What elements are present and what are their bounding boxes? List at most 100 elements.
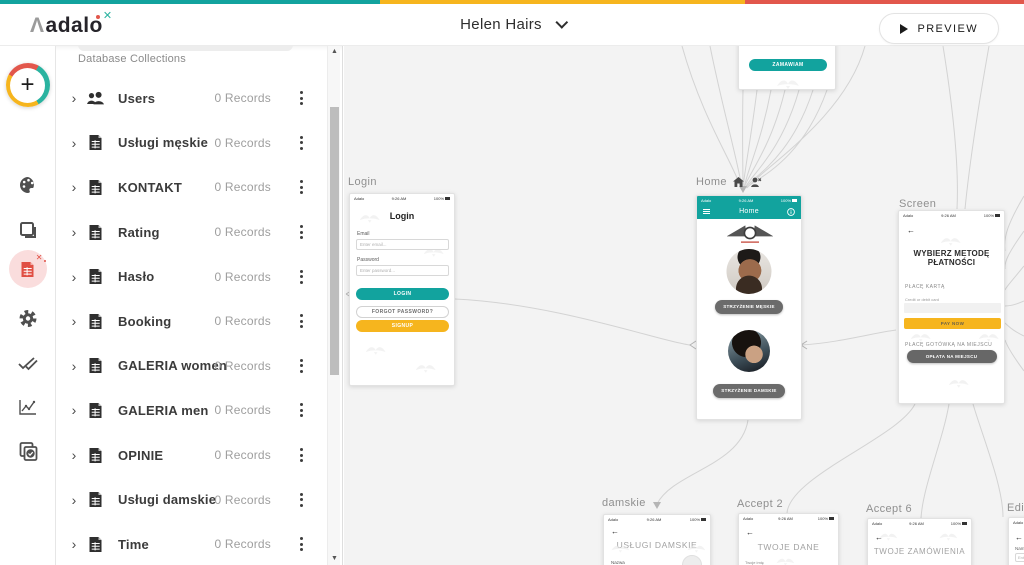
screen-label-home[interactable]: Home [696, 176, 762, 188]
publish-button[interactable] [17, 441, 38, 467]
collection-name: KONTAKT [118, 179, 182, 195]
checklist-button[interactable] [17, 354, 39, 376]
screen-zamawiam-card[interactable]: ZAMAWIAM [738, 46, 836, 90]
screen-damskie[interactable]: Adalo 9:26 AM 100% ← USŁUGI DAMSKIE Nazw… [603, 514, 711, 565]
screen-label-text: Home [696, 176, 727, 188]
back-arrow-icon[interactable]: ← [1015, 534, 1023, 542]
expand-chevron-icon[interactable]: › [67, 492, 81, 508]
kebab-menu-icon[interactable] [294, 313, 308, 329]
carrier-label: Adalo [608, 516, 619, 522]
kebab-menu-icon[interactable] [294, 135, 308, 151]
branding-palette-button[interactable] [18, 175, 38, 200]
collection-record-count: 0 Records [214, 537, 271, 552]
settings-button[interactable] [17, 308, 38, 334]
screen-accept2[interactable]: Adalo 9:26 AM 100% ← TWOJE DANE Twoje im… [738, 513, 839, 565]
barber-women-photo[interactable] [728, 330, 770, 372]
collection-row[interactable]: › OPINIE 0 Records [56, 433, 319, 478]
kebab-menu-icon[interactable] [294, 179, 308, 195]
kebab-menu-icon[interactable] [294, 536, 308, 552]
back-arrow-icon[interactable]: ← [746, 529, 754, 537]
screen-payment[interactable]: Adalo 9:26 AM 100% ← WYBIERZ METODĘ PŁAT… [898, 210, 1005, 404]
screen-label-damskie[interactable]: damskie [602, 497, 646, 509]
expand-chevron-icon[interactable]: › [67, 269, 81, 285]
kebab-menu-icon[interactable] [294, 269, 308, 285]
collection-row[interactable]: › KONTAKT 0 Records [56, 165, 319, 210]
collection-row[interactable]: › Hasło 0 Records [56, 254, 319, 299]
app-canvas[interactable]: ZAMAWIAM Login Adalo 9:26 AM 100% Login … [344, 46, 1024, 565]
screen-accept6[interactable]: Adalo 9:26 AM 100% ← TWOJE ZAMÓWIENIA [867, 518, 972, 565]
info-icon[interactable] [787, 207, 795, 216]
collection-row[interactable]: › Usługi damskie 0 Records [56, 477, 319, 522]
expand-chevron-icon[interactable]: › [67, 224, 81, 240]
table-icon [89, 313, 101, 329]
expand-chevron-icon[interactable]: › [67, 447, 81, 463]
add-component-button[interactable]: + [5, 63, 50, 107]
kebab-menu-icon[interactable] [294, 402, 308, 418]
login-button[interactable]: LOGIN [356, 288, 449, 300]
expand-chevron-icon[interactable]: › [67, 402, 81, 418]
avatar-placeholder [682, 555, 702, 565]
barber-men-photo[interactable] [726, 249, 772, 294]
table-icon [89, 224, 101, 240]
collection-row[interactable]: › Booking 0 Records [56, 299, 319, 344]
kebab-menu-icon[interactable] [294, 492, 308, 508]
kebab-menu-icon[interactable] [294, 90, 308, 106]
app-name-dropdown[interactable]: Helen Hairs [460, 16, 568, 33]
adalo-logo[interactable]: Λ Adalo ✕ [30, 10, 115, 39]
scroll-down-arrow[interactable]: ▼ [328, 553, 341, 565]
database-button-active[interactable]: ✕ [8, 250, 47, 288]
scrollbar-thumb[interactable] [329, 107, 339, 375]
adalo-watermark [611, 545, 630, 553]
screen-home[interactable]: Adalo 9:26 AM 100% Home STRZYŻENIE MĘSKI… [696, 195, 802, 420]
men-haircut-button[interactable]: STRZYŻENIE MĘSKIE [715, 300, 783, 314]
back-arrow-icon[interactable]: ← [907, 227, 915, 235]
scroll-up-arrow[interactable]: ▲ [328, 46, 341, 58]
screen-label-payment[interactable]: Screen [899, 198, 936, 210]
kebab-menu-icon[interactable] [294, 224, 308, 240]
screen-label-edit[interactable]: Edit [1007, 502, 1024, 514]
forgot-password-button[interactable]: FORGOT PASSWORD? [356, 306, 449, 318]
screen-label-accept2[interactable]: Accept 2 [737, 498, 783, 510]
screens-button[interactable] [18, 220, 38, 245]
battery-indicator: 100% [984, 213, 1000, 218]
collection-record-count: 0 Records [214, 403, 271, 418]
time-label: 9:26 AM [909, 520, 924, 526]
pay-on-site-button[interactable]: OPŁATA NA MIEJSCU [906, 350, 997, 363]
screen-label-login[interactable]: Login [348, 176, 377, 188]
screen-label-accept6[interactable]: Accept 6 [866, 503, 912, 515]
screen-login[interactable]: Adalo 9:26 AM 100% Login Email Enter ema… [349, 193, 455, 386]
expand-chevron-icon[interactable]: › [67, 358, 81, 374]
zamawiam-button[interactable]: ZAMAWIAM [749, 59, 827, 71]
signup-button[interactable]: SIGNUP [356, 320, 449, 332]
expand-chevron-icon[interactable]: › [67, 313, 81, 329]
name-input[interactable]: Enter... [1015, 553, 1024, 562]
barber-wings-logo [727, 225, 773, 243]
screen-edit[interactable]: Adalo 9:26 AM 100% ← Name Enter... [1008, 517, 1024, 565]
collection-row[interactable]: › GALERIA men 0 Records [56, 388, 319, 433]
expand-chevron-icon[interactable]: › [67, 90, 81, 106]
expand-chevron-icon[interactable]: › [67, 135, 81, 151]
screen-label-text: Accept 2 [737, 498, 784, 510]
kebab-menu-icon[interactable] [294, 358, 308, 374]
card-number-input[interactable] [904, 303, 1001, 313]
expand-chevron-icon[interactable]: › [67, 536, 81, 552]
collection-row[interactable]: › Usługi męskie 0 Records [56, 121, 319, 166]
collection-row[interactable]: › Users 0 Records [56, 76, 319, 121]
women-haircut-button[interactable]: STRZYŻENIE DAMSKIE [713, 384, 785, 398]
analytics-button[interactable] [18, 398, 38, 421]
preview-button[interactable]: PREVIEW [879, 13, 999, 44]
password-input[interactable]: Enter password... [356, 265, 449, 276]
collection-row[interactable]: › Rating 0 Records [56, 210, 319, 255]
back-arrow-icon[interactable]: ← [611, 528, 619, 536]
panel-scrollbar[interactable]: ▲ ▼ [327, 46, 340, 565]
pay-now-button[interactable]: PAY NOW [904, 318, 1001, 329]
collection-row[interactable]: › GALERIA women 0 Records [56, 344, 319, 389]
kebab-menu-icon[interactable] [294, 447, 308, 463]
email-input[interactable]: Enter email... [356, 239, 449, 250]
collection-name: Hasło [118, 269, 155, 285]
collection-record-count: 0 Records [214, 448, 271, 463]
collection-row[interactable]: › Time 0 Records [56, 522, 319, 565]
expand-chevron-icon[interactable]: › [67, 179, 81, 195]
first-name-label: Twoje imię [745, 560, 764, 565]
screen-label-text: Edit [1007, 502, 1024, 514]
